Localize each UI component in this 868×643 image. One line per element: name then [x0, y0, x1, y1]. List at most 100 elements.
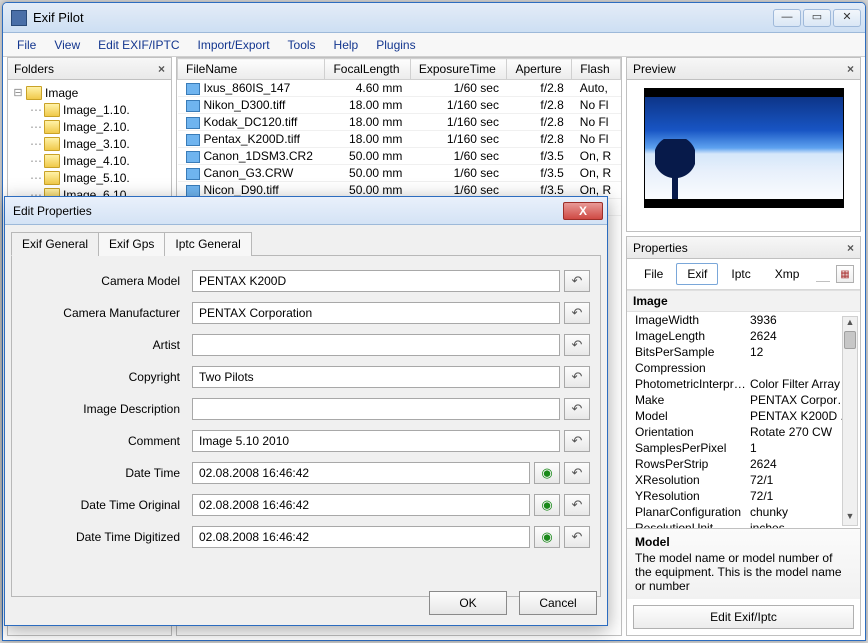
preview-image: [644, 88, 844, 208]
dlg-tabpanel-exif-general: Camera Model ↶ Camera Manufacturer ↶ Art…: [11, 255, 601, 597]
property-row[interactable]: XResolution72/1: [627, 472, 860, 488]
input-comment[interactable]: [192, 430, 560, 452]
dlg-tab-exif-gps[interactable]: Exif Gps: [98, 232, 165, 256]
input-copyright[interactable]: [192, 366, 560, 388]
scroll-down-icon[interactable]: ▼: [843, 511, 857, 525]
folder-icon: [44, 137, 60, 151]
dlg-tab-iptc-general[interactable]: Iptc General: [164, 232, 251, 256]
datepicker-date-time[interactable]: ◉: [534, 462, 560, 484]
property-row[interactable]: ResolutionUnitinches: [627, 520, 860, 528]
property-key: Orientation: [635, 425, 750, 439]
revert-comment[interactable]: ↶: [564, 430, 590, 452]
tree-collapse-icon[interactable]: ⊟: [10, 86, 26, 99]
revert-date-time-digitized[interactable]: ↶: [564, 526, 590, 548]
tree-item[interactable]: Image_5.10.: [28, 169, 169, 186]
column-header[interactable]: FileName: [178, 59, 325, 80]
dialog-titlebar[interactable]: Edit Properties X: [5, 197, 607, 225]
menu-tools[interactable]: Tools: [280, 35, 324, 55]
input-date-time-digitized[interactable]: [192, 526, 530, 548]
revert-camera-manufacturer[interactable]: ↶: [564, 302, 590, 324]
column-header[interactable]: ExposureTime: [410, 59, 507, 80]
tree-item[interactable]: Image_2.10.: [28, 118, 169, 135]
cancel-button[interactable]: Cancel: [519, 591, 597, 615]
table-row[interactable]: Canon_G3.CRW50.00 mm1/60 secf/3.5On, R: [178, 165, 621, 182]
dialog-title: Edit Properties: [13, 204, 563, 218]
property-row[interactable]: MakePENTAX Corporat...: [627, 392, 860, 408]
preview-close-icon[interactable]: ×: [847, 62, 854, 76]
edit-exif-iptc-button[interactable]: Edit Exif/Iptc: [633, 605, 854, 629]
input-camera-manufacturer[interactable]: [192, 302, 560, 324]
window-title: Exif Pilot: [33, 10, 773, 25]
table-row[interactable]: Canon_1DSM3.CR250.00 mm1/60 secf/3.5On, …: [178, 148, 621, 165]
revert-image-description[interactable]: ↶: [564, 398, 590, 420]
column-header[interactable]: FocalLength: [325, 59, 410, 80]
property-row[interactable]: BitsPerSample12: [627, 344, 860, 360]
properties-settings-button[interactable]: ▦: [836, 265, 854, 283]
maximize-button[interactable]: ▭: [803, 9, 831, 27]
revert-artist[interactable]: ↶: [564, 334, 590, 356]
table-row[interactable]: Kodak_DC120.tiff18.00 mm1/160 secf/2.8No…: [178, 114, 621, 131]
preview-panel: Preview ×: [626, 57, 861, 232]
datepicker-date-time-digitized[interactable]: ◉: [534, 526, 560, 548]
input-image-description[interactable]: [192, 398, 560, 420]
table-row[interactable]: Pentax_K200D.tiff18.00 mm1/160 secf/2.8N…: [178, 131, 621, 148]
label-camera-manufacturer: Camera Manufacturer: [22, 306, 192, 320]
folder-icon: [44, 171, 60, 185]
minimize-button[interactable]: —: [773, 9, 801, 27]
tree-item[interactable]: Image_3.10.: [28, 135, 169, 152]
properties-scrollbar[interactable]: ▲ ▼: [842, 316, 858, 526]
property-row[interactable]: RowsPerStrip2624: [627, 456, 860, 472]
label-artist: Artist: [22, 338, 192, 352]
property-row[interactable]: OrientationRotate 270 CW: [627, 424, 860, 440]
menu-plugins[interactable]: Plugins: [368, 35, 423, 55]
property-row[interactable]: ImageWidth3936: [627, 312, 860, 328]
tree-item[interactable]: Image_1.10.: [28, 101, 169, 118]
table-row[interactable]: Nikon_D300.tiff18.00 mm1/160 secf/2.8No …: [178, 97, 621, 114]
datepicker-date-time-original[interactable]: ◉: [534, 494, 560, 516]
property-row[interactable]: ModelPENTAX K200D ...: [627, 408, 860, 424]
tree-item[interactable]: Image_4.10.: [28, 152, 169, 169]
tab-xmp[interactable]: Xmp: [764, 263, 811, 285]
column-header[interactable]: Aperture: [507, 59, 572, 80]
tab-file[interactable]: File: [633, 263, 674, 285]
dialog-close-button[interactable]: X: [563, 202, 603, 220]
revert-date-time[interactable]: ↶: [564, 462, 590, 484]
tab-iptc[interactable]: Iptc: [720, 263, 761, 285]
property-row[interactable]: SamplesPerPixel1: [627, 440, 860, 456]
property-value: 72/1: [750, 489, 852, 503]
input-camera-model[interactable]: [192, 270, 560, 292]
dlg-tab-exif-general[interactable]: Exif General: [11, 232, 99, 256]
property-row[interactable]: Compression: [627, 360, 860, 376]
scroll-thumb[interactable]: [844, 331, 856, 349]
properties-close-icon[interactable]: ×: [847, 241, 854, 255]
menu-help[interactable]: Help: [326, 35, 367, 55]
input-artist[interactable]: [192, 334, 560, 356]
tree-root-label[interactable]: Image: [45, 86, 78, 100]
revert-copyright[interactable]: ↶: [564, 366, 590, 388]
input-date-time[interactable]: [192, 462, 530, 484]
revert-camera-model[interactable]: ↶: [564, 270, 590, 292]
menu-file[interactable]: File: [9, 35, 44, 55]
menu-edit-exif-iptc[interactable]: Edit EXIF/IPTC: [90, 35, 187, 55]
property-key: PlanarConfiguration: [635, 505, 750, 519]
menu-view[interactable]: View: [46, 35, 88, 55]
property-row[interactable]: YResolution72/1: [627, 488, 860, 504]
close-button[interactable]: ✕: [833, 9, 861, 27]
menubar: File View Edit EXIF/IPTC Import/Export T…: [3, 33, 865, 57]
property-row[interactable]: ImageLength2624: [627, 328, 860, 344]
kv-section: Image: [627, 290, 860, 312]
revert-date-time-original[interactable]: ↶: [564, 494, 590, 516]
ok-button[interactable]: OK: [429, 591, 507, 615]
label-date-time-digitized: Date Time Digitized: [22, 530, 192, 544]
folder-tree[interactable]: ⊟ Image Image_1.10.Image_2.10.Image_3.10…: [8, 80, 171, 207]
menu-import-export[interactable]: Import/Export: [190, 35, 278, 55]
input-date-time-original[interactable]: [192, 494, 530, 516]
tab-exif[interactable]: Exif: [676, 263, 718, 285]
column-header[interactable]: Flash: [572, 59, 621, 80]
property-row[interactable]: PhotometricInterpretaticColor Filter Arr…: [627, 376, 860, 392]
main-titlebar[interactable]: Exif Pilot — ▭ ✕: [3, 3, 865, 33]
table-row[interactable]: Ixus_860IS_1474.60 mm1/60 secf/2.8Auto,: [178, 80, 621, 97]
property-row[interactable]: PlanarConfigurationchunky: [627, 504, 860, 520]
scroll-up-icon[interactable]: ▲: [843, 317, 857, 331]
folders-close-icon[interactable]: ×: [158, 62, 165, 76]
